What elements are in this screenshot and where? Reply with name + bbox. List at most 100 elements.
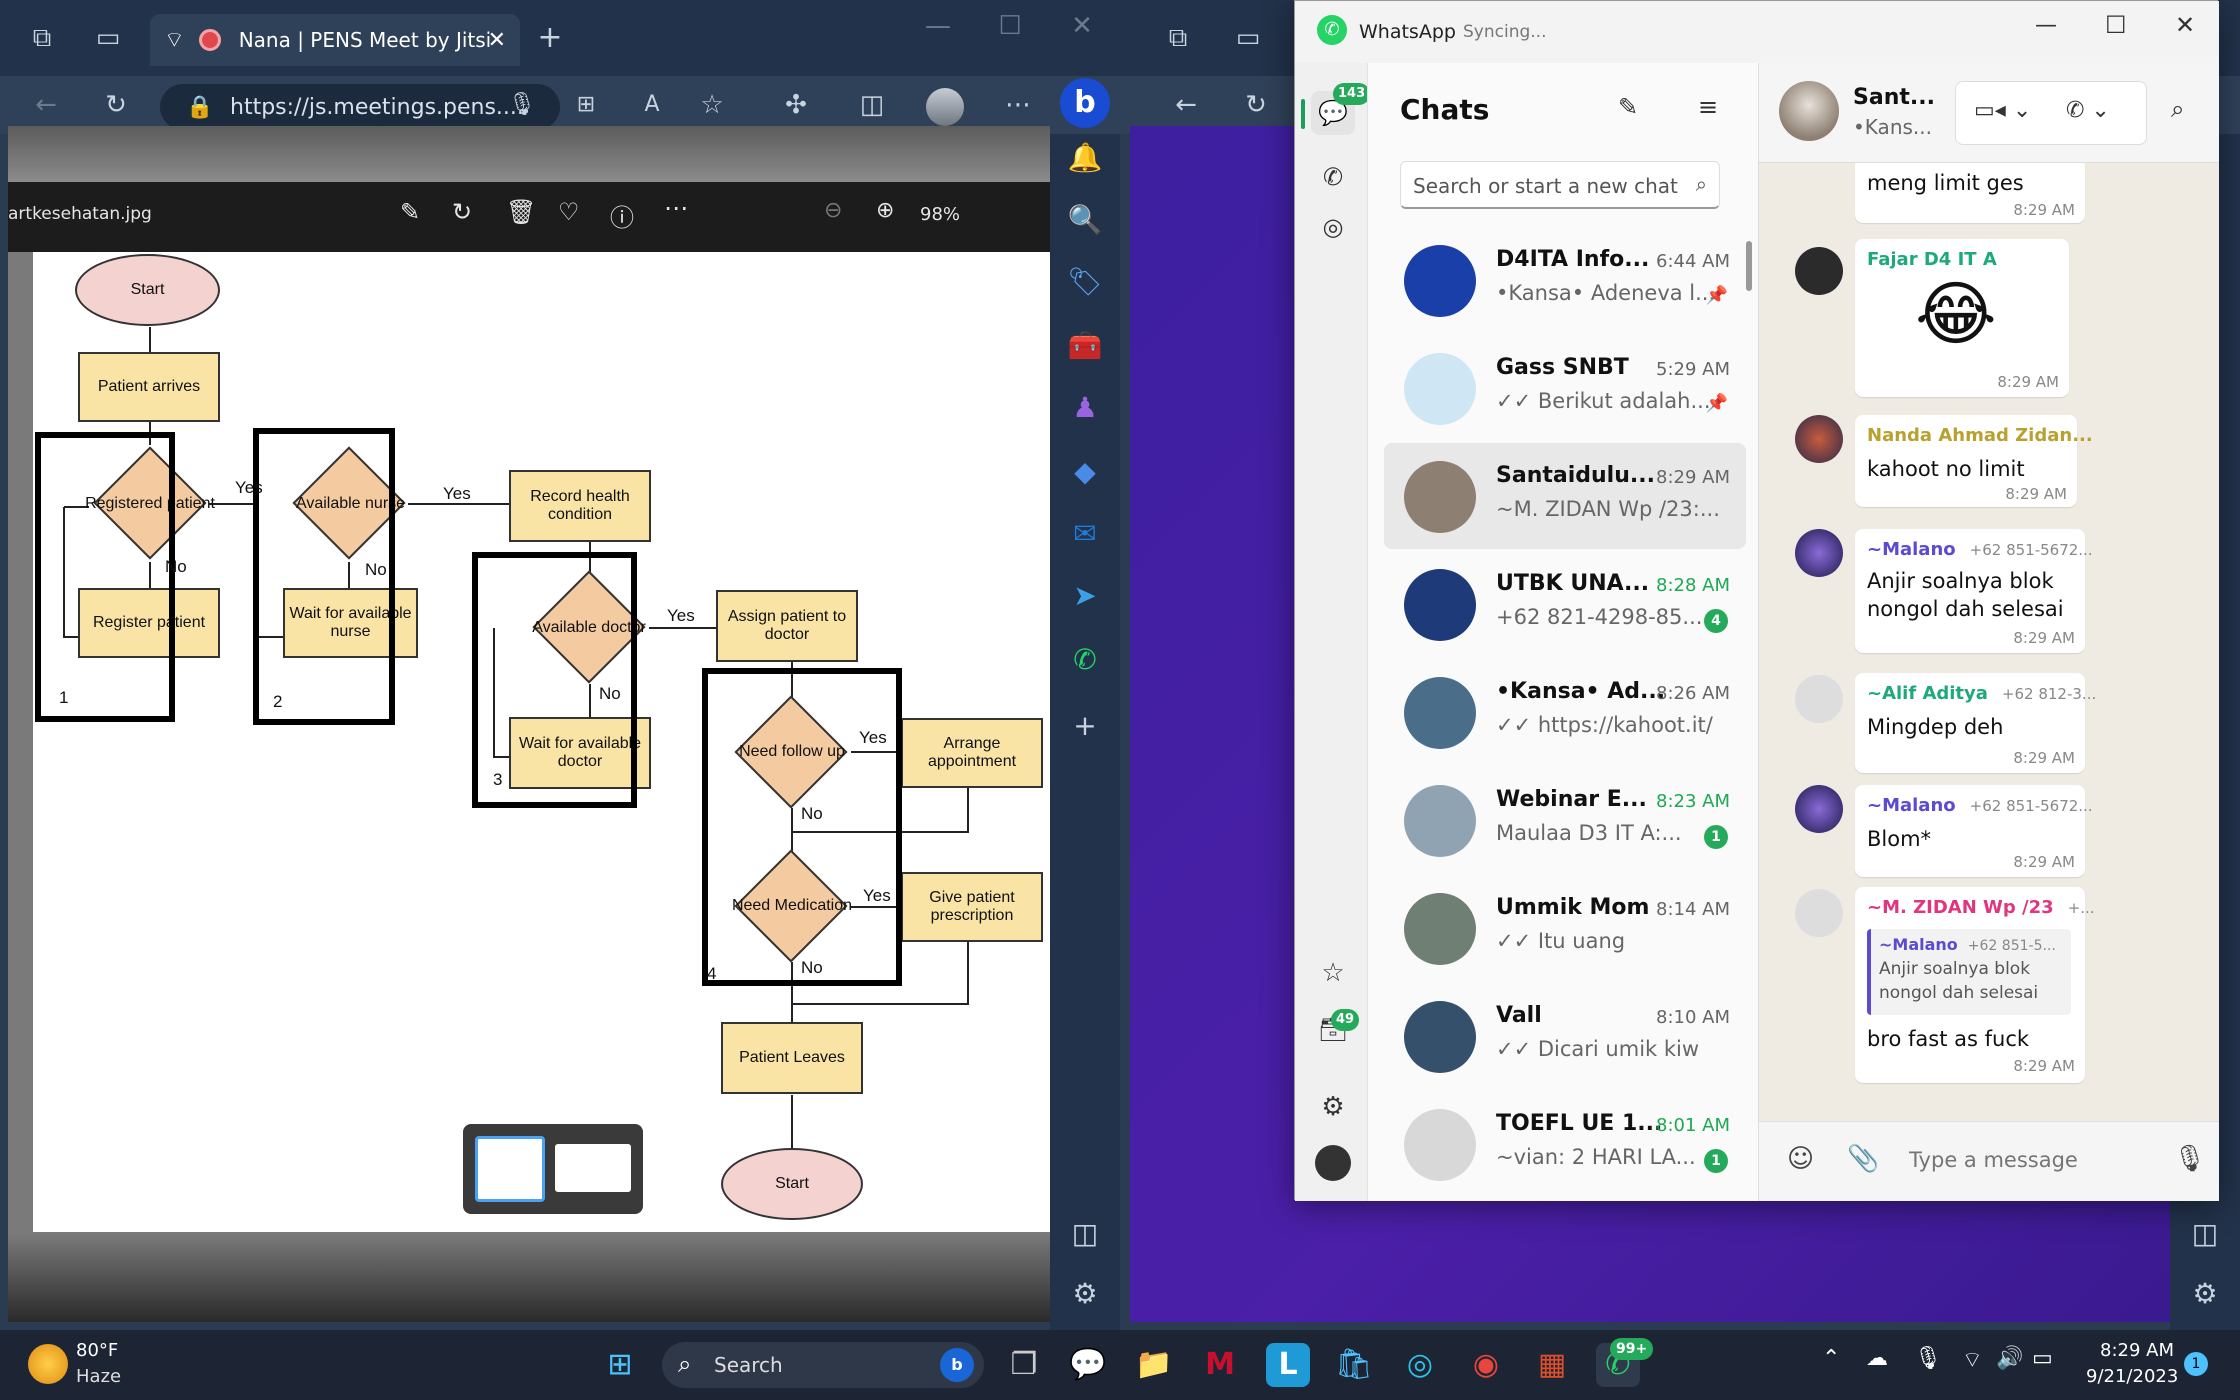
office-icon[interactable]: ◆ bbox=[1065, 452, 1105, 492]
edge-icon[interactable]: ◎ bbox=[1398, 1343, 1442, 1387]
split-screen-icon[interactable]: ◫ bbox=[852, 85, 892, 125]
chat-list-scrollbar[interactable] bbox=[1746, 241, 1752, 291]
tab-jitsi[interactable]: ⌔ Nana | PENS Meet by Jitsi ✕ bbox=[150, 14, 520, 66]
search-messages-icon[interactable]: ⌕ bbox=[2171, 95, 2184, 123]
favorite-star-icon[interactable]: ☆ bbox=[692, 85, 732, 125]
weather-temp[interactable]: 80°F bbox=[76, 1340, 118, 1361]
tools-icon[interactable]: 🧰 bbox=[1065, 326, 1105, 366]
sender-avatar[interactable] bbox=[1795, 529, 1843, 577]
message-input[interactable] bbox=[1909, 1140, 2159, 1180]
url-field[interactable]: 🔒 https://js.meetings.pens.... bbox=[160, 84, 560, 130]
workspaces-icon[interactable]: ⧉ bbox=[22, 18, 62, 58]
delete-icon[interactable]: 🗑 bbox=[506, 198, 536, 226]
mic-icon[interactable]: 🎙 bbox=[2173, 1144, 2206, 1174]
shopping-tag-icon[interactable]: 🏷 bbox=[1065, 262, 1105, 302]
wa-maximize-button[interactable]: ☐ bbox=[2105, 11, 2127, 39]
zoom-in-icon[interactable]: ⊕ bbox=[876, 198, 894, 223]
add-icon[interactable]: + bbox=[1065, 706, 1105, 746]
tab-actions-icon[interactable]: ▭ bbox=[88, 18, 128, 58]
chat-row[interactable]: UTBK UNA... 8:28 AM +62 821-4298-85... 4 bbox=[1384, 551, 1746, 657]
rotate-icon[interactable]: ↻ bbox=[452, 198, 472, 226]
sidebar-toggle-icon[interactable]: ◫ bbox=[1065, 1214, 1105, 1254]
games-icon[interactable]: ♟ bbox=[1065, 388, 1105, 428]
status-icon[interactable]: ◎ bbox=[1311, 205, 1355, 249]
profile-avatar[interactable] bbox=[1315, 1145, 1351, 1181]
new-tab-button[interactable]: + bbox=[530, 18, 570, 58]
calls-icon[interactable]: ✆ bbox=[1311, 155, 1355, 199]
more-menu-icon[interactable]: ⋯ bbox=[998, 85, 1038, 125]
battery-icon[interactable]: ▭ bbox=[2032, 1346, 2053, 1371]
profile-avatar[interactable] bbox=[926, 88, 964, 126]
refresh-icon-right[interactable]: ↻ bbox=[1236, 85, 1276, 125]
bell-icon[interactable]: 🔔 bbox=[1065, 138, 1105, 178]
volume-icon[interactable]: 🔊 bbox=[1996, 1346, 2023, 1371]
wifi-icon[interactable]: ⌔ bbox=[1962, 1346, 1983, 1374]
back-icon[interactable]: ← bbox=[26, 85, 66, 125]
notification-badge[interactable]: 1 bbox=[2184, 1352, 2208, 1376]
search-icon[interactable]: 🔍 bbox=[1065, 200, 1105, 240]
chat-row[interactable]: D4ITA Info... 6:44 AM •Kansa• Adeneva l...… bbox=[1384, 227, 1746, 333]
l-app-icon[interactable]: L bbox=[1266, 1343, 1310, 1387]
tray-chevron-icon[interactable]: ⌃ bbox=[1822, 1346, 1840, 1371]
mic-tray-icon[interactable]: 🎙 bbox=[1914, 1346, 1942, 1371]
windows-start-icon[interactable]: ⊞ bbox=[598, 1343, 642, 1387]
wa-minimize-button[interactable]: — bbox=[2035, 13, 2057, 38]
settings-gear-icon-right[interactable]: ⚙ bbox=[2185, 1274, 2225, 1314]
chat-row[interactable]: •Kansa• Ad... 8:26 AM ✓✓ https://kahoot.it… bbox=[1384, 659, 1746, 765]
close-window-button[interactable]: ✕ bbox=[1062, 6, 1102, 46]
send-icon[interactable]: ➤ bbox=[1065, 576, 1105, 616]
info-icon[interactable]: ⓘ bbox=[610, 198, 634, 233]
teams-icon[interactable]: 💬 bbox=[1066, 1343, 1110, 1387]
mic-icon[interactable]: 🎙 bbox=[502, 85, 542, 125]
mcafee-icon[interactable]: M bbox=[1198, 1343, 1242, 1387]
thumb-flowchart[interactable] bbox=[475, 1136, 545, 1202]
wa-close-button[interactable]: ✕ bbox=[2175, 11, 2195, 39]
back-icon-right[interactable]: ← bbox=[1166, 85, 1206, 125]
attach-icon[interactable]: 📎 bbox=[1847, 1144, 1879, 1174]
chat-row[interactable]: Gass SNBT 5:29 AM ✓✓ Berikut adalah... 📌 bbox=[1384, 335, 1746, 441]
bing-copilot-icon[interactable]: b bbox=[1060, 78, 1110, 128]
file-explorer-icon[interactable]: 📁 bbox=[1132, 1343, 1176, 1387]
whatsapp-icon[interactable]: ✆ bbox=[1065, 640, 1105, 680]
taskbar-search[interactable]: ⌕ Search b bbox=[662, 1342, 984, 1388]
thumb-document[interactable] bbox=[555, 1144, 631, 1192]
group-name[interactable]: Sant... bbox=[1853, 85, 1935, 110]
edit-image-icon[interactable]: ✎ bbox=[400, 198, 420, 226]
sender-avatar-default[interactable] bbox=[1795, 889, 1843, 937]
new-chat-icon[interactable]: ✎ bbox=[1618, 93, 1638, 121]
outlook-icon[interactable]: ✉ bbox=[1065, 514, 1105, 554]
video-call-button[interactable]: ▭◂ ⌄ bbox=[1974, 98, 2031, 123]
chrome-icon[interactable]: ◉ bbox=[1464, 1343, 1508, 1387]
chat-row[interactable]: TOEFL UE 1... 8:01 AM ~vian: 2 HARI LA... 1 bbox=[1384, 1091, 1746, 1197]
tab-actions-icon-right[interactable]: ▭ bbox=[1228, 18, 1268, 58]
workspaces-icon-right[interactable]: ⧉ bbox=[1158, 18, 1198, 58]
task-view-icon[interactable]: ❐ bbox=[1002, 1343, 1046, 1387]
starred-icon[interactable]: ☆ bbox=[1311, 951, 1355, 995]
clock-time[interactable]: 8:29 AM bbox=[2100, 1340, 2174, 1361]
settings-icon[interactable]: ⚙ bbox=[1311, 1085, 1355, 1129]
chat-row[interactable]: Vall 8:10 AM ✓✓ Dicari umik kiw bbox=[1384, 983, 1746, 1089]
more-options-icon[interactable]: ⋯ bbox=[664, 194, 688, 222]
refresh-icon[interactable]: ↻ bbox=[96, 85, 136, 125]
sidebar-toggle-icon-right[interactable]: ◫ bbox=[2185, 1214, 2225, 1254]
extensions-icon[interactable]: ✣ bbox=[776, 85, 816, 125]
close-tab-icon[interactable]: ✕ bbox=[488, 28, 506, 53]
store-icon[interactable]: 🛍 bbox=[1332, 1343, 1376, 1387]
settings-gear-icon[interactable]: ⚙ bbox=[1065, 1274, 1105, 1314]
chat-row[interactable]: Ummik Mom 8:14 AM ✓✓ Itu uang bbox=[1384, 875, 1746, 981]
sender-avatar[interactable] bbox=[1795, 415, 1843, 463]
quoted-message[interactable]: ~Malano +62 851-5... Anjir soalnya blok n… bbox=[1867, 929, 2071, 1015]
office-apps-icon[interactable]: ▦ bbox=[1530, 1343, 1574, 1387]
favorite-heart-icon[interactable]: ♡ bbox=[558, 198, 580, 226]
apps-icon[interactable]: ⊞ bbox=[566, 85, 606, 125]
filter-icon[interactable]: ≡ bbox=[1698, 93, 1718, 121]
chat-row[interactable]: Santaidulu... 8:29 AM ~M. ZIDAN Wp /23:... bbox=[1384, 443, 1746, 549]
search-box[interactable]: Search or start a new chat ⌕ bbox=[1400, 161, 1720, 209]
weather-icon[interactable] bbox=[28, 1344, 68, 1384]
weather-desc[interactable]: Haze bbox=[76, 1366, 121, 1387]
zoom-out-icon[interactable]: ⊖ bbox=[824, 198, 842, 223]
sender-avatar[interactable] bbox=[1795, 247, 1843, 295]
group-avatar[interactable] bbox=[1779, 81, 1839, 141]
minimize-button[interactable]: — bbox=[918, 6, 958, 46]
maximize-button[interactable]: ☐ bbox=[990, 6, 1030, 46]
